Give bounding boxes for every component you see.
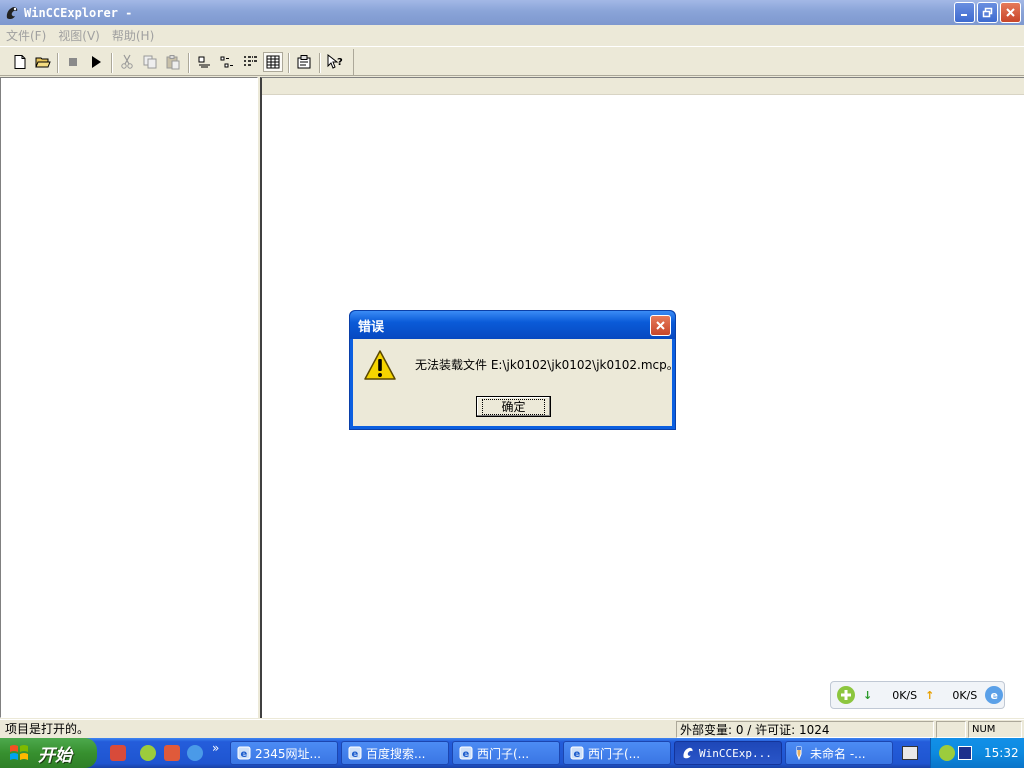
new-file-icon[interactable] [10, 52, 30, 72]
wincc-app-icon [681, 746, 695, 760]
taskbar-item-2345[interactable]: e 2345网址... [230, 741, 338, 765]
dialog-titlebar[interactable]: 错误 [350, 311, 675, 339]
quicklaunch-accelerator-icon[interactable] [140, 745, 156, 761]
download-arrow-icon: ↓ [863, 688, 873, 702]
details-view-icon[interactable] [263, 52, 283, 72]
window-titlebar[interactable]: WinCCExplorer - [0, 0, 1024, 25]
taskbar-item-baidu[interactable]: e 百度搜索... [341, 741, 449, 765]
start-label: 开始 [38, 745, 72, 766]
menu-view[interactable]: 视图(V) [58, 27, 100, 44]
menu-file[interactable]: 文件(F) [6, 27, 46, 44]
toolbar-separator [288, 53, 290, 73]
windows-logo-icon [10, 745, 28, 760]
toolbar-separator [319, 53, 321, 73]
restore-button[interactable] [977, 2, 998, 23]
quicklaunch-tool-icon[interactable] [164, 745, 180, 761]
minimize-icon [961, 14, 967, 16]
paste-icon[interactable] [163, 52, 183, 72]
context-help-icon[interactable]: ? [325, 52, 345, 72]
toolbar: ? [0, 46, 1024, 76]
status-text: 项目是打开的。 [5, 722, 90, 736]
error-dialog: 错误 无法装载文件 E:\jk0102\jk0102\jk0102.mcp。 确… [349, 310, 679, 430]
ok-button[interactable]: 确定 [476, 396, 551, 417]
properties-icon[interactable] [294, 52, 314, 72]
taskbar-item-label: 西门子(... [477, 746, 530, 761]
copy-icon[interactable] [140, 52, 160, 72]
large-icons-icon[interactable] [194, 52, 214, 72]
taskbar-item-label: 西门子(... [588, 746, 641, 761]
menu-bar: 文件(F) 视图(V) 帮助(H) [0, 25, 1024, 45]
taskbar-item-siemens-2[interactable]: e 西门子(... [563, 741, 671, 765]
wincc-app-icon [4, 5, 20, 21]
open-folder-icon[interactable] [33, 52, 53, 72]
taskbar-item-label: 未命名 -... [810, 746, 866, 761]
close-icon [656, 321, 665, 330]
ie-icon[interactable]: e [985, 686, 1004, 704]
paint-icon [792, 746, 806, 760]
status-tags-license: 外部变量: 0 / 许可证: 1024 [676, 721, 934, 738]
menu-help[interactable]: 帮助(H) [112, 27, 154, 44]
taskbar-item-label: WinCCExp... [699, 746, 772, 760]
dialog-title: 错误 [358, 320, 385, 335]
toolbar-separator [188, 53, 190, 73]
project-tree-pane[interactable] [0, 77, 258, 718]
taskbar: 开始 » e 2345网址... e 百度搜索... e 西门子(... e 西… [0, 738, 1024, 768]
taskbar-item-siemens-1[interactable]: e 西门子(... [452, 741, 560, 765]
network-speed-widget[interactable]: ↓ 0K/S ↑ 0K/S e [830, 681, 1005, 709]
small-icons-icon[interactable] [217, 52, 237, 72]
restore-icon [982, 7, 993, 18]
ie-icon: e [237, 746, 251, 760]
svg-text:e: e [352, 749, 359, 760]
tray-monitor-icon[interactable] [958, 746, 972, 760]
svg-text:e: e [241, 749, 248, 760]
dialog-close-button[interactable] [650, 315, 671, 336]
system-tray: 15:32 [930, 738, 1024, 768]
status-num-lock: NUM [968, 721, 1022, 738]
keyboard-icon[interactable] [902, 746, 918, 760]
ie-icon: e [570, 746, 584, 760]
taskbar-item-paint[interactable]: 未命名 -... [785, 741, 893, 765]
dialog-message: 无法装载文件 E:\jk0102\jk0102\jk0102.mcp。 [415, 358, 679, 372]
close-button[interactable] [1000, 2, 1021, 23]
cut-icon[interactable] [117, 52, 137, 72]
ie-icon: e [459, 746, 473, 760]
start-button[interactable]: 开始 [0, 738, 97, 768]
minimize-button[interactable] [954, 2, 975, 23]
window-title: WinCCExplorer - [24, 5, 133, 20]
stop-icon[interactable] [63, 52, 83, 72]
taskbar-item-label: 2345网址... [255, 746, 321, 761]
status-bar: 项目是打开的。 外部变量: 0 / 许可证: 1024 NUM [0, 719, 1024, 738]
taskbar-item-wincc[interactable]: WinCCExp... [674, 741, 782, 765]
ok-button-label: 确定 [482, 398, 545, 415]
clock[interactable]: 15:32 [984, 746, 1019, 760]
quicklaunch-ie-icon[interactable] [187, 745, 203, 761]
run-icon[interactable] [86, 52, 106, 72]
svg-text:e: e [463, 749, 470, 760]
quicklaunch-more-icon[interactable]: » [212, 741, 219, 755]
list-header [262, 78, 1024, 95]
toolbar-separator [57, 53, 59, 73]
close-icon [1006, 8, 1015, 17]
upload-speed: 0K/S [952, 688, 978, 702]
download-speed: 0K/S [892, 688, 918, 702]
svg-text:?: ? [337, 57, 343, 68]
upload-arrow-icon: ↑ [925, 688, 935, 702]
toolbar-strip: ? [4, 49, 354, 75]
ie-icon: e [348, 746, 362, 760]
quicklaunch-app-icon[interactable] [110, 745, 126, 761]
tray-accelerator-icon[interactable] [939, 745, 955, 761]
svg-text:e: e [574, 749, 581, 760]
warning-icon [364, 350, 396, 380]
list-view-icon[interactable] [240, 52, 260, 72]
taskbar-item-label: 百度搜索... [366, 746, 426, 761]
toolbar-separator [111, 53, 113, 73]
status-empty-pane [936, 721, 966, 738]
dialog-body: 无法装载文件 E:\jk0102\jk0102\jk0102.mcp。 确定 [353, 339, 679, 426]
accelerator-plus-icon[interactable] [837, 686, 855, 704]
